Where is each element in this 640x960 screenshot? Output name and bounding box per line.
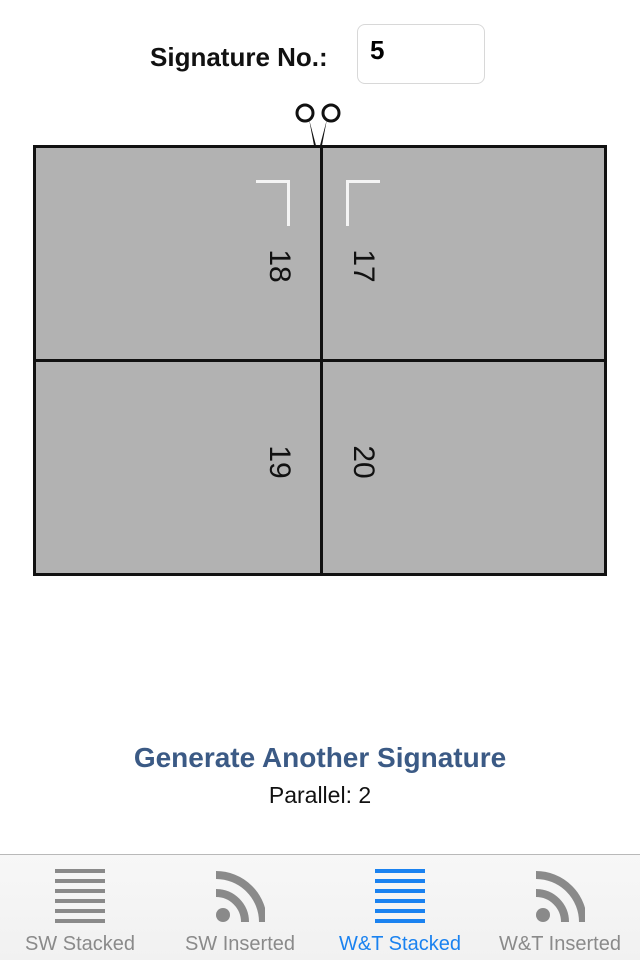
tab-wt-inserted[interactable]: W&T Inserted — [480, 855, 640, 960]
lines-icon — [55, 869, 105, 923]
tab-bar: SW Stacked SW Inserted W&T Stacked W&T I… — [0, 854, 640, 960]
signature-sheet: 18 17 19 20 — [33, 145, 607, 576]
cut-line-vertical — [320, 148, 323, 573]
corner-mark-left — [256, 180, 290, 226]
signature-row: Signature No.: — [0, 24, 640, 88]
tab-wt-stacked[interactable]: W&T Stacked — [320, 855, 480, 960]
tab-label: W&T Inserted — [499, 933, 621, 955]
tab-label: SW Inserted — [184, 933, 296, 955]
app-screen: Signature No.: 18 17 19 20 Generate Anot… — [0, 0, 640, 960]
lines-icon — [375, 869, 425, 923]
generate-signature-button[interactable]: Generate Another Signature — [0, 742, 640, 774]
page-number-top-right: 17 — [347, 249, 380, 283]
feed-icon — [215, 871, 265, 923]
page-number-top-left: 18 — [263, 249, 296, 283]
signature-number-input[interactable] — [357, 24, 485, 84]
tab-label: SW Stacked — [24, 933, 136, 955]
parallel-count-text: Parallel: 2 — [268, 782, 372, 808]
corner-mark-right — [346, 180, 380, 226]
feed-icon — [535, 871, 585, 923]
tab-label: W&T Stacked — [339, 933, 461, 955]
tab-sw-inserted[interactable]: SW Inserted — [160, 855, 320, 960]
page-number-bottom-right: 20 — [347, 445, 380, 479]
signature-label: Signature No.: — [150, 42, 328, 72]
page-number-bottom-left: 19 — [263, 445, 296, 479]
tab-sw-stacked[interactable]: SW Stacked — [0, 855, 160, 960]
